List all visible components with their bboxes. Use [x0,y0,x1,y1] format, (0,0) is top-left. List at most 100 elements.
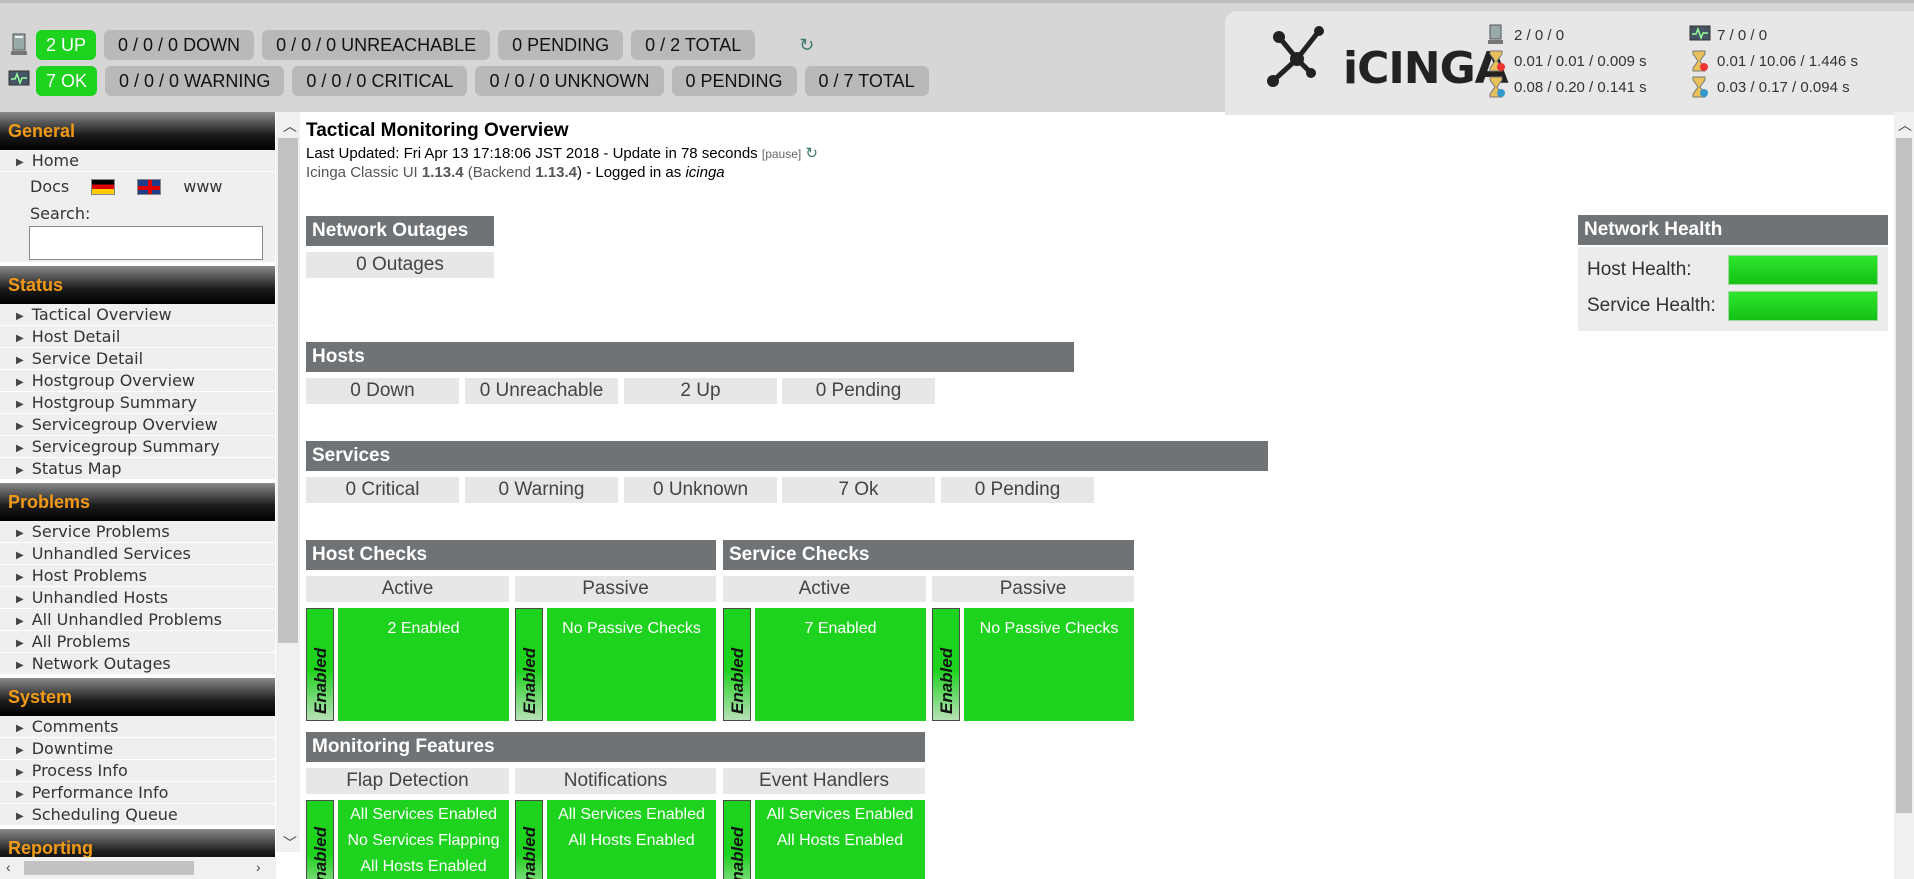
host-health-bar [1728,255,1878,285]
reload-icon[interactable]: ↻ [799,35,814,56]
pause-link[interactable]: [pause] [762,147,801,161]
sidebar-item-home[interactable]: ▶ Home [0,150,275,172]
hourglass-icon [1689,50,1709,72]
feature-line: All Hosts Enabled [568,832,695,849]
sidebar-item-comments[interactable]: ▶ Comments [0,716,275,738]
host-checks-passive-status[interactable]: No Passive Checks [547,608,716,721]
sidebar-item-label: All Problems [31,632,131,651]
triangle-right-icon: ▶ [16,465,24,476]
notifications-status[interactable]: All Services Enabled All Hosts Enabled [547,800,716,879]
hosts-total-badge[interactable]: 0 / 2 TOTAL [631,30,756,60]
feature-line: All Services Enabled [558,806,705,823]
sidebar-item-tactical-overview[interactable]: ▶ Tactical Overview [0,304,275,326]
enabled-label: Enabled [520,647,539,714]
scroll-left-icon[interactable]: ‹ [6,859,11,875]
event-handlers-status[interactable]: All Services Enabled All Hosts Enabled [755,800,925,879]
www-link[interactable]: www [183,172,222,202]
triangle-right-icon: ▶ [16,355,24,366]
host-checks-active-status[interactable]: 2 Enabled [338,608,509,721]
perf-svc-latency: 0.01 / 10.06 / 1.446 s [1689,50,1858,72]
hosts-summary-cell[interactable]: 0 Pending [782,378,935,404]
hosts-summary-cell[interactable]: 0 Unreachable [465,378,618,404]
services-critical-badge[interactable]: 0 / 0 / 0 CRITICAL [292,66,468,96]
icinga-logo[interactable]: iCINGA [1267,23,1509,103]
outages-count[interactable]: 0 Outages [306,252,494,278]
service-active-value: 7 Enabled [804,620,877,637]
hosts-summary-cell[interactable]: 2 Up [624,378,777,404]
sidebar-item-all-unhandled-problems[interactable]: ▶ All Unhandled Problems [0,609,275,631]
services-summary-cell[interactable]: 0 Unknown [624,477,777,503]
services-unknown-badge[interactable]: 0 / 0 / 0 UNKNOWN [475,66,664,96]
services-summary-cell[interactable]: 7 Ok [782,477,935,503]
hosts-pending-badge[interactable]: 0 PENDING [498,30,624,60]
service-status-row: 7 OK 0 / 0 / 0 WARNING 0 / 0 / 0 CRITICA… [8,66,937,96]
scroll-up-icon[interactable]: ︿ [283,116,297,136]
uk-flag-icon[interactable] [137,179,162,195]
triangle-right-icon: ▶ [16,399,24,410]
host-health-label: Host Health: [1587,259,1692,280]
sidebar-item-unhandled-services[interactable]: ▶ Unhandled Services [0,543,275,565]
sidebar-item-network-outages[interactable]: ▶ Network Outages [0,653,275,675]
hosts-unreachable-badge[interactable]: 0 / 0 / 0 UNREACHABLE [262,30,491,60]
reload-icon[interactable]: ↻ [805,145,818,162]
enabled-strip: Enabled [515,800,543,879]
sidebar-item-performance-info[interactable]: ▶ Performance Info [0,782,275,804]
services-summary-cell[interactable]: 0 Warning [465,477,618,503]
sidebar-item-label: Performance Info [31,783,169,802]
service-icon [8,69,30,93]
perf-host-latency: 0.01 / 0.01 / 0.009 s [1486,50,1647,72]
german-flag-icon[interactable] [91,179,116,195]
sidebar-item-label: Status Map [31,459,122,478]
triangle-right-icon: ▶ [16,377,24,388]
service-checks-passive-status[interactable]: No Passive Checks [964,608,1134,721]
enabled-label: Enabled [311,647,330,714]
sidebar-item-servicegroup-overview[interactable]: ▶ Servicegroup Overview [0,414,275,436]
hosts-up-badge[interactable]: 2 UP [36,30,97,60]
triangle-right-icon: ▶ [16,745,24,756]
search-label: Search: [30,204,91,223]
sidebar-hscroll-thumb[interactable] [24,861,194,875]
sidebar-item-label: Unhandled Services [31,544,191,563]
sidebar-item-all-problems[interactable]: ▶ All Problems [0,631,275,653]
services-summary-cell[interactable]: 0 Pending [941,477,1094,503]
host-icon [1486,24,1506,46]
sidebar-item-label: Comments [31,717,119,736]
services-total-badge[interactable]: 0 / 7 TOTAL [804,66,929,96]
enabled-strip: Enabled [306,608,334,721]
services-ok-badge[interactable]: 7 OK [36,66,98,96]
main-scroll-thumb[interactable] [1896,138,1912,813]
sidebar-item-service-problems[interactable]: ▶ Service Problems [0,521,275,543]
sidebar-item-host-detail[interactable]: ▶ Host Detail [0,326,275,348]
sidebar-item-process-info[interactable]: ▶ Process Info [0,760,275,782]
hosts-summary-cell[interactable]: 0 Down [306,378,459,404]
sidebar-scroll-thumb[interactable] [278,138,298,643]
sidebar-item-unhandled-hosts[interactable]: ▶ Unhandled Hosts [0,587,275,609]
sidebar-item-host-problems[interactable]: ▶ Host Problems [0,565,275,587]
service-checks-active-status[interactable]: 7 Enabled [755,608,926,721]
services-header: Services [306,441,1268,471]
scroll-up-icon[interactable]: ︿ [1898,115,1912,135]
services-warning-badge[interactable]: 0 / 0 / 0 WARNING [105,66,285,96]
scroll-right-icon[interactable]: › [256,859,261,875]
services-summary-cell[interactable]: 0 Critical [306,477,459,503]
sidebar-item-status-map[interactable]: ▶ Status Map [0,458,275,480]
sidebar-item-hostgroup-summary[interactable]: ▶ Hostgroup Summary [0,392,275,414]
sidebar-item-servicegroup-summary[interactable]: ▶ Servicegroup Summary [0,436,275,458]
sidebar-item-hostgroup-overview[interactable]: ▶ Hostgroup Overview [0,370,275,392]
monitoring-features-header: Monitoring Features [306,732,925,762]
triangle-right-icon: ▶ [16,157,24,168]
sidebar-item-scheduling-queue[interactable]: ▶ Scheduling Queue [0,804,275,826]
scroll-down-icon[interactable]: ﹀ [283,833,297,853]
enabled-label: Enabled [937,647,956,714]
username: icinga [685,164,725,181]
services-pending-badge[interactable]: 0 PENDING [671,66,797,96]
sidebar-item-label: Unhandled Hosts [31,588,169,607]
perf-host-counts-text: 2 / 0 / 0 [1514,26,1565,44]
flap-detection-status[interactable]: All Services Enabled No Services Flappin… [338,800,509,879]
host-passive-value: No Passive Checks [562,620,701,637]
search-input[interactable] [29,226,263,260]
hosts-down-badge[interactable]: 0 / 0 / 0 DOWN [104,30,255,60]
sidebar-item-service-detail[interactable]: ▶ Service Detail [0,348,275,370]
page-title: Tactical Monitoring Overview [306,120,569,141]
sidebar-item-downtime[interactable]: ▶ Downtime [0,738,275,760]
